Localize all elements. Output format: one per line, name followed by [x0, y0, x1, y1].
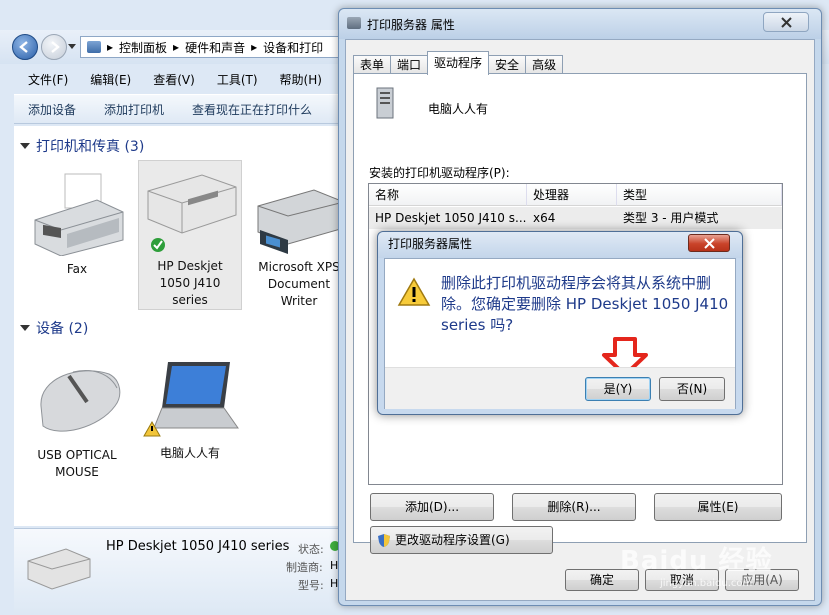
address-sep-icon: ▸ [173, 40, 180, 54]
watermark-logo: Baidu 经验 [620, 546, 773, 576]
address-segment[interactable]: 设备和打印 [263, 39, 323, 56]
column-header-processor[interactable]: 处理器 [527, 184, 617, 206]
printer-label: series [172, 293, 208, 307]
forward-arrow-icon [51, 41, 60, 53]
command-bar: 添加设备 添加打印机 查看现在正在打印什么 [14, 94, 344, 124]
printer-label: Writer [280, 294, 318, 308]
printer-label: 1050 J410 [159, 276, 221, 290]
properties-titlebar[interactable]: 打印服务器 属性 [339, 9, 821, 39]
delete-driver-confirm-dialog: 打印服务器属性 删除此打印机驱动程序会将其从系统中删除。您确定要删除 HP De… [377, 231, 743, 415]
change-driver-settings-button[interactable]: 更改驱动程序设置(G) [370, 526, 553, 554]
change-driver-settings-label: 更改驱动程序设置(G) [395, 533, 510, 547]
printer-label: Microsoft XPS [258, 260, 340, 274]
control-panel-icon [87, 41, 101, 53]
add-driver-button[interactable]: 添加(D)... [370, 493, 494, 521]
installed-drivers-label: 安装的打印机驱动程序(P): [369, 166, 510, 180]
server-tower-icon [376, 87, 394, 119]
no-button[interactable]: 否(N) [659, 377, 725, 401]
selected-printer-icon [27, 548, 91, 590]
forward-button[interactable] [41, 34, 67, 60]
history-dropdown-icon[interactable] [68, 44, 76, 49]
address-bar[interactable]: ▸ 控制面板 ▸ 硬件和声音 ▸ 设备和打印 [80, 36, 350, 58]
collapse-icon [20, 143, 30, 149]
details-pane: HP Deskjet 1050 J410 series 状态: 制造商: H 型… [14, 528, 344, 615]
devices-group-header[interactable]: 设备 (2) [20, 318, 88, 338]
devices-content: 打印机和传真 (3) Fax HP Deskjet 1050 J410 seri… [14, 126, 344, 526]
tab-advanced[interactable]: 高级 [525, 55, 564, 75]
detail-printer-name: HP Deskjet 1050 J410 series [106, 539, 290, 554]
properties-title: 打印服务器 属性 [367, 18, 455, 32]
column-header-name[interactable]: 名称 [369, 184, 527, 206]
menu-help[interactable]: 帮助(H) [266, 71, 330, 88]
xps-printer-icon [257, 189, 344, 254]
printer-label: Fax [66, 262, 88, 276]
tab-forms[interactable]: 表单 [353, 55, 392, 75]
tab-ports[interactable]: 端口 [390, 55, 429, 75]
printer-server-icon [347, 17, 361, 29]
warning-icon [397, 277, 431, 306]
address-sep-icon: ▸ [251, 40, 258, 54]
printer-item-hp-deskjet[interactable]: HP Deskjet 1050 J410 series [138, 160, 242, 310]
menu-tools[interactable]: 工具(T) [203, 71, 266, 88]
tab-drivers[interactable]: 驱动程序 [427, 51, 490, 75]
printers-group-label: 打印机和传真 (3) [36, 139, 145, 155]
printer-item-xps[interactable]: Microsoft XPS Document Writer [254, 182, 344, 310]
driver-type-cell: 类型 3 - 用户模式 [623, 211, 719, 225]
device-label: MOUSE [55, 465, 99, 479]
device-item-computer[interactable]: 电脑人人有 [138, 358, 242, 462]
device-label: 电脑人人有 [159, 446, 220, 460]
printer-label: Document [267, 277, 331, 291]
see-whats-printing-button[interactable]: 查看现在正在打印什么 [178, 101, 326, 118]
server-name: 电脑人人有 [428, 102, 489, 116]
menu-file[interactable]: 文件(F) [14, 71, 76, 88]
printer-icon [147, 174, 237, 252]
printer-item-fax[interactable]: Fax [22, 170, 132, 278]
remove-driver-button[interactable]: 删除(R)... [512, 493, 636, 521]
detail-model-label: 型号: [298, 579, 324, 592]
device-label: USB OPTICAL [37, 448, 117, 462]
close-icon [781, 17, 792, 28]
detail-status-label: 状态: [298, 543, 324, 556]
column-header-type[interactable]: 类型 [617, 184, 782, 206]
confirm-close-button[interactable] [688, 234, 730, 252]
confirm-message: 删除此打印机驱动程序会将其从系统中删除。您确定要删除 HP Deskjet 10… [441, 274, 729, 334]
yes-button[interactable]: 是(Y) [585, 377, 651, 401]
menu-view[interactable]: 查看(V) [139, 71, 203, 88]
collapse-icon [20, 325, 30, 331]
address-segment[interactable]: 控制面板 [119, 39, 167, 56]
back-button[interactable] [12, 34, 38, 60]
fax-icon [34, 173, 124, 257]
menu-edit[interactable]: 编辑(E) [76, 71, 139, 88]
close-icon [704, 238, 715, 249]
uac-shield-icon [378, 534, 390, 547]
add-printer-button[interactable]: 添加打印机 [90, 101, 178, 118]
back-arrow-icon [19, 41, 28, 53]
properties-tabs: 表单 端口 驱动程序 安全 高级 [353, 51, 564, 75]
properties-close-button[interactable] [763, 12, 809, 32]
add-device-button[interactable]: 添加设备 [14, 101, 90, 118]
address-segment[interactable]: 硬件和声音 [185, 39, 245, 56]
laptop-icon [143, 362, 239, 437]
driver-name-cell: HP Deskjet 1050 J410 s... [375, 211, 527, 225]
printers-group-header[interactable]: 打印机和传真 (3) [20, 136, 144, 156]
watermark-url: jingyan.baidu.com [660, 578, 753, 589]
driver-processor-cell: x64 [533, 211, 556, 225]
menu-bar: 文件(F) 编辑(E) 查看(V) 工具(T) 帮助(H) [14, 67, 344, 91]
confirm-body: 删除此打印机驱动程序会将其从系统中删除。您确定要删除 HP Deskjet 10… [384, 258, 736, 409]
devices-group-label: 设备 (2) [36, 321, 89, 337]
address-sep-icon: ▸ [107, 40, 114, 54]
printer-label: HP Deskjet [157, 259, 223, 273]
tab-security[interactable]: 安全 [488, 55, 527, 75]
mouse-icon [40, 370, 121, 432]
detail-maker-label: 制造商: [286, 561, 323, 574]
driver-properties-button[interactable]: 属性(E) [654, 493, 782, 521]
device-item-mouse[interactable]: USB OPTICAL MOUSE [22, 362, 132, 481]
confirm-footer: 是(Y) 否(N) [385, 367, 735, 409]
